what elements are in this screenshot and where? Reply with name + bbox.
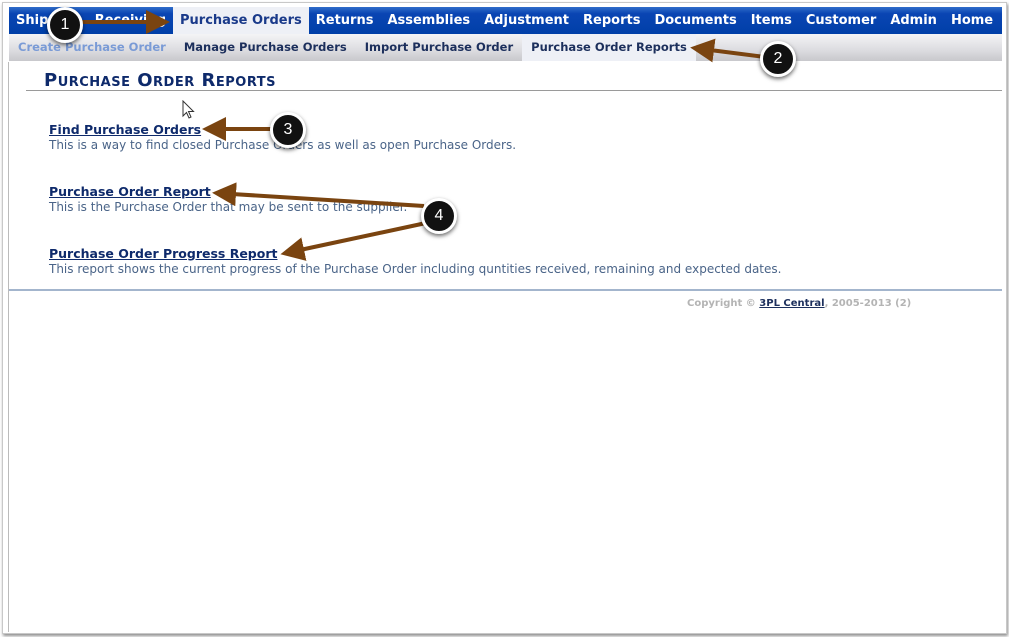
annotation-badge-4: 4	[421, 198, 457, 234]
footer-divider	[9, 289, 1002, 291]
copyright-prefix: Copyright ©	[687, 298, 756, 309]
nav-home[interactable]: Home	[944, 7, 1000, 34]
copyright-notice: Copyright © 3PL Central, 2005-2013 (2)	[687, 298, 911, 309]
purchase-order-progress-report-link[interactable]: Purchase Order Progress Report	[49, 246, 781, 261]
report-item-purchase-order-report: Purchase Order Report This is the Purcha…	[49, 184, 407, 215]
annotation-badge-1: 1	[47, 7, 83, 43]
subnav-create-purchase-order[interactable]: Create Purchase Order	[9, 34, 175, 61]
browser-frame	[2, 2, 1007, 634]
nav-customer[interactable]: Customer	[799, 7, 883, 34]
top-navigation: Shipping Receiving Purchase Orders Retur…	[9, 7, 1002, 34]
nav-assemblies[interactable]: Assemblies	[380, 7, 477, 34]
nav-admin[interactable]: Admin	[883, 7, 944, 34]
nav-returns[interactable]: Returns	[309, 7, 381, 34]
nav-reports[interactable]: Reports	[576, 7, 647, 34]
purchase-order-report-link[interactable]: Purchase Order Report	[49, 184, 407, 199]
subnav-purchase-order-reports[interactable]: Purchase Order Reports	[522, 34, 696, 61]
sub-navigation: Create Purchase Order Manage Purchase Or…	[9, 34, 1002, 61]
subnav-manage-purchase-orders[interactable]: Manage Purchase Orders	[175, 34, 356, 61]
nav-purchase-orders[interactable]: Purchase Orders	[173, 7, 309, 34]
page-left-border	[8, 62, 9, 632]
mouse-cursor-icon	[182, 100, 195, 119]
copyright-suffix: , 2005-2013 (2)	[824, 298, 912, 309]
title-divider	[26, 90, 1002, 91]
nav-adjustment[interactable]: Adjustment	[477, 7, 576, 34]
subnav-import-purchase-order[interactable]: Import Purchase Order	[356, 34, 522, 61]
report-item-purchase-order-progress-report: Purchase Order Progress Report This repo…	[49, 246, 781, 277]
annotation-badge-2: 2	[760, 41, 796, 77]
nav-documents[interactable]: Documents	[647, 7, 743, 34]
company-link[interactable]: 3PL Central	[759, 298, 824, 309]
page-title: Purchase Order Reports	[44, 70, 276, 91]
report-description: This is the Purchase Order that may be s…	[49, 200, 408, 214]
nav-items[interactable]: Items	[744, 7, 799, 34]
nav-receiving[interactable]: Receiving	[88, 7, 173, 34]
annotation-badge-3: 3	[270, 112, 306, 148]
report-description: This report shows the current progress o…	[49, 262, 782, 276]
